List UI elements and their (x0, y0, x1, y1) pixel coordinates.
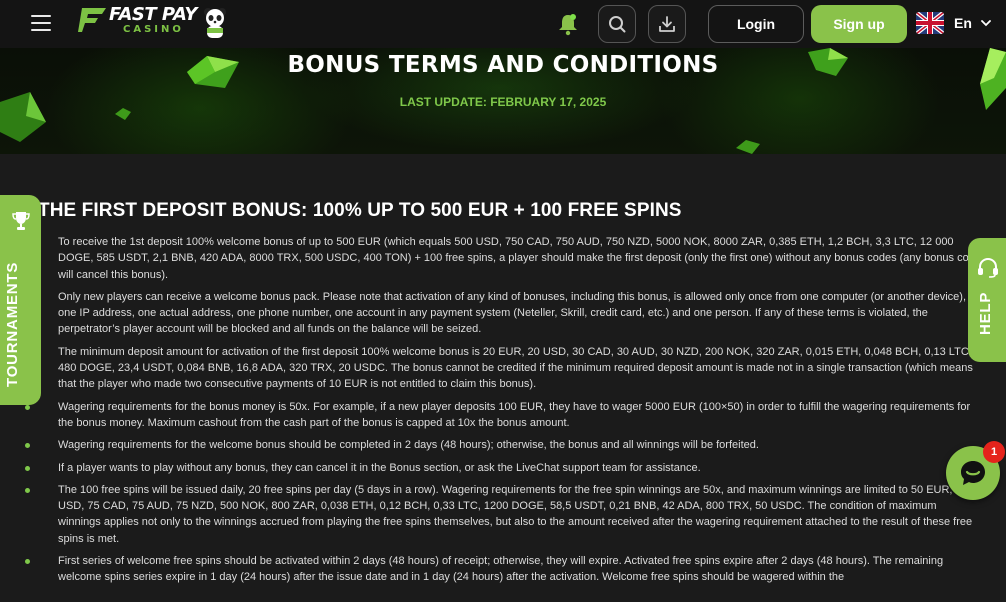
logo-subtitle: CASINO (123, 24, 184, 35)
top-header: FAST PAY CASINO Login Sign up En (0, 0, 1006, 48)
list-item: To receive the 1st deposit 100% welcome … (24, 234, 982, 283)
logo-mark-icon (78, 8, 106, 32)
trophy-icon (12, 212, 30, 230)
help-label: HELP (977, 291, 994, 335)
crystal-decoration-icon (736, 140, 760, 154)
uk-flag-icon (916, 12, 944, 34)
help-tab[interactable]: HELP (968, 238, 1006, 362)
list-item: First series of welcome free spins shoul… (24, 553, 982, 586)
list-item: Only new players can receive a welcome b… (24, 289, 982, 338)
list-item: Wagering requirements for the bonus mone… (24, 399, 982, 432)
list-item: Wagering requirements for the welcome bo… (24, 437, 982, 453)
language-label: En (954, 15, 972, 31)
download-icon (659, 16, 675, 32)
list-item: The minimum deposit amount for activatio… (24, 344, 982, 393)
notification-bell-icon[interactable] (557, 12, 579, 36)
logo-text: FAST PAY CASINO (109, 6, 197, 35)
chat-bubble-icon (961, 461, 985, 485)
page-title: BONUS TERMS AND CONDITIONS (287, 52, 719, 78)
signup-button[interactable]: Sign up (811, 5, 907, 43)
search-button[interactable] (598, 5, 636, 43)
chat-notification-badge: 1 (983, 441, 1005, 463)
site-logo[interactable]: FAST PAY CASINO (78, 6, 197, 42)
search-icon (609, 16, 626, 33)
list-item: The 100 free spins will be issued daily,… (24, 482, 982, 547)
terms-list: To receive the 1st deposit 100% welcome … (24, 234, 982, 592)
download-button[interactable] (648, 5, 686, 43)
last-update-label: LAST UPDATE: FEBRUARY 17, 2025 (399, 95, 607, 109)
terms-content: THE FIRST DEPOSIT BONUS: 100% UP TO 500 … (0, 154, 1006, 602)
headset-icon (978, 258, 998, 278)
section-title: THE FIRST DEPOSIT BONUS: 100% UP TO 500 … (38, 200, 682, 221)
login-button[interactable]: Login (708, 5, 804, 43)
tournaments-tab[interactable]: TOURNAMENTS (0, 195, 41, 405)
tournaments-label: TOURNAMENTS (4, 261, 21, 387)
page-banner: BONUS TERMS AND CONDITIONS LAST UPDATE: … (0, 48, 1006, 154)
chevron-down-icon (980, 20, 991, 27)
language-selector[interactable]: En (916, 12, 991, 34)
panda-mascot-icon (204, 8, 226, 38)
menu-icon[interactable] (31, 15, 51, 31)
list-item: If a player wants to play without any bo… (24, 460, 982, 476)
logo-title: FAST PAY (109, 4, 197, 25)
crystal-decoration-icon (115, 108, 131, 120)
